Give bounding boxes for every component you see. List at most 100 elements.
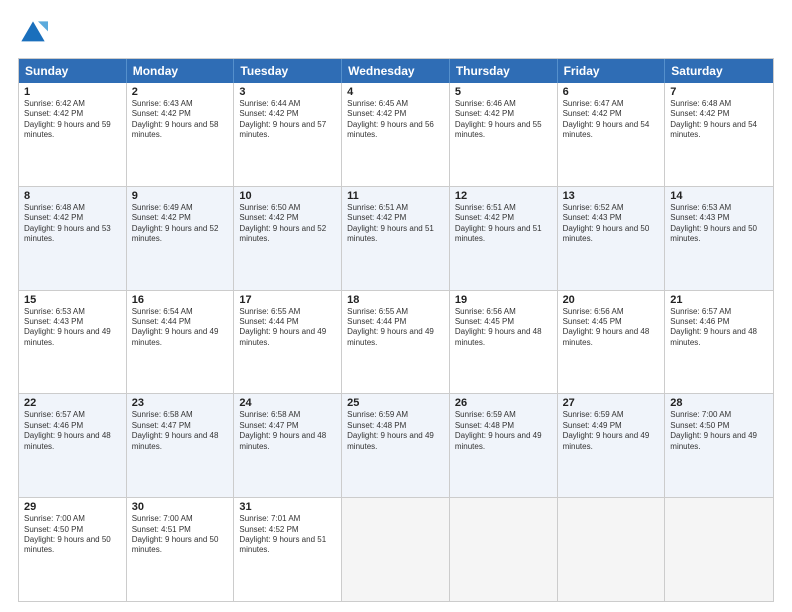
calendar-cell: 12Sunrise: 6:51 AMSunset: 4:42 PMDayligh… <box>450 187 558 290</box>
calendar-cell: 7Sunrise: 6:48 AMSunset: 4:42 PMDaylight… <box>665 83 773 186</box>
day-number: 7 <box>670 86 768 98</box>
cell-info: Sunrise: 6:50 AMSunset: 4:42 PMDaylight:… <box>239 203 336 245</box>
day-number: 8 <box>24 190 121 202</box>
calendar-cell <box>665 498 773 601</box>
calendar-cell: 18Sunrise: 6:55 AMSunset: 4:44 PMDayligh… <box>342 291 450 394</box>
calendar-cell: 20Sunrise: 6:56 AMSunset: 4:45 PMDayligh… <box>558 291 666 394</box>
cell-info: Sunrise: 6:49 AMSunset: 4:42 PMDaylight:… <box>132 203 229 245</box>
day-number: 25 <box>347 397 444 409</box>
calendar-cell: 8Sunrise: 6:48 AMSunset: 4:42 PMDaylight… <box>19 187 127 290</box>
calendar-cell <box>450 498 558 601</box>
header-day-wednesday: Wednesday <box>342 59 450 83</box>
cell-info: Sunrise: 6:53 AMSunset: 4:43 PMDaylight:… <box>24 307 121 349</box>
cell-info: Sunrise: 6:54 AMSunset: 4:44 PMDaylight:… <box>132 307 229 349</box>
day-number: 31 <box>239 501 336 513</box>
day-number: 9 <box>132 190 229 202</box>
calendar-cell <box>342 498 450 601</box>
cell-info: Sunrise: 7:00 AMSunset: 4:50 PMDaylight:… <box>24 514 121 556</box>
cell-info: Sunrise: 6:44 AMSunset: 4:42 PMDaylight:… <box>239 99 336 141</box>
day-number: 17 <box>239 294 336 306</box>
header-day-monday: Monday <box>127 59 235 83</box>
day-number: 12 <box>455 190 552 202</box>
header-day-tuesday: Tuesday <box>234 59 342 83</box>
cell-info: Sunrise: 6:56 AMSunset: 4:45 PMDaylight:… <box>563 307 660 349</box>
day-number: 26 <box>455 397 552 409</box>
cell-info: Sunrise: 6:55 AMSunset: 4:44 PMDaylight:… <box>347 307 444 349</box>
calendar: SundayMondayTuesdayWednesdayThursdayFrid… <box>18 58 774 602</box>
calendar-body: 1Sunrise: 6:42 AMSunset: 4:42 PMDaylight… <box>19 83 773 601</box>
calendar-cell: 28Sunrise: 7:00 AMSunset: 4:50 PMDayligh… <box>665 394 773 497</box>
day-number: 3 <box>239 86 336 98</box>
calendar-header: SundayMondayTuesdayWednesdayThursdayFrid… <box>19 59 773 83</box>
calendar-cell: 23Sunrise: 6:58 AMSunset: 4:47 PMDayligh… <box>127 394 235 497</box>
cell-info: Sunrise: 6:48 AMSunset: 4:42 PMDaylight:… <box>24 203 121 245</box>
calendar-week-1: 1Sunrise: 6:42 AMSunset: 4:42 PMDaylight… <box>19 83 773 186</box>
cell-info: Sunrise: 6:45 AMSunset: 4:42 PMDaylight:… <box>347 99 444 141</box>
header-day-friday: Friday <box>558 59 666 83</box>
header-day-sunday: Sunday <box>19 59 127 83</box>
calendar-cell: 22Sunrise: 6:57 AMSunset: 4:46 PMDayligh… <box>19 394 127 497</box>
day-number: 16 <box>132 294 229 306</box>
calendar-cell: 31Sunrise: 7:01 AMSunset: 4:52 PMDayligh… <box>234 498 342 601</box>
calendar-cell: 2Sunrise: 6:43 AMSunset: 4:42 PMDaylight… <box>127 83 235 186</box>
cell-info: Sunrise: 6:57 AMSunset: 4:46 PMDaylight:… <box>24 410 121 452</box>
cell-info: Sunrise: 6:53 AMSunset: 4:43 PMDaylight:… <box>670 203 768 245</box>
calendar-cell: 5Sunrise: 6:46 AMSunset: 4:42 PMDaylight… <box>450 83 558 186</box>
cell-info: Sunrise: 6:55 AMSunset: 4:44 PMDaylight:… <box>239 307 336 349</box>
calendar-week-4: 22Sunrise: 6:57 AMSunset: 4:46 PMDayligh… <box>19 393 773 497</box>
cell-info: Sunrise: 7:00 AMSunset: 4:50 PMDaylight:… <box>670 410 768 452</box>
calendar-cell: 30Sunrise: 7:00 AMSunset: 4:51 PMDayligh… <box>127 498 235 601</box>
day-number: 14 <box>670 190 768 202</box>
calendar-cell: 15Sunrise: 6:53 AMSunset: 4:43 PMDayligh… <box>19 291 127 394</box>
calendar-cell <box>558 498 666 601</box>
calendar-cell: 26Sunrise: 6:59 AMSunset: 4:48 PMDayligh… <box>450 394 558 497</box>
cell-info: Sunrise: 6:51 AMSunset: 4:42 PMDaylight:… <box>347 203 444 245</box>
cell-info: Sunrise: 6:57 AMSunset: 4:46 PMDaylight:… <box>670 307 768 349</box>
day-number: 2 <box>132 86 229 98</box>
cell-info: Sunrise: 7:01 AMSunset: 4:52 PMDaylight:… <box>239 514 336 556</box>
calendar-cell: 24Sunrise: 6:58 AMSunset: 4:47 PMDayligh… <box>234 394 342 497</box>
calendar-cell: 9Sunrise: 6:49 AMSunset: 4:42 PMDaylight… <box>127 187 235 290</box>
calendar-cell: 16Sunrise: 6:54 AMSunset: 4:44 PMDayligh… <box>127 291 235 394</box>
calendar-cell: 21Sunrise: 6:57 AMSunset: 4:46 PMDayligh… <box>665 291 773 394</box>
calendar-cell: 27Sunrise: 6:59 AMSunset: 4:49 PMDayligh… <box>558 394 666 497</box>
day-number: 15 <box>24 294 121 306</box>
cell-info: Sunrise: 6:43 AMSunset: 4:42 PMDaylight:… <box>132 99 229 141</box>
calendar-week-2: 8Sunrise: 6:48 AMSunset: 4:42 PMDaylight… <box>19 186 773 290</box>
calendar-week-5: 29Sunrise: 7:00 AMSunset: 4:50 PMDayligh… <box>19 497 773 601</box>
cell-info: Sunrise: 6:59 AMSunset: 4:48 PMDaylight:… <box>455 410 552 452</box>
day-number: 28 <box>670 397 768 409</box>
logo-icon <box>18 18 48 48</box>
header <box>18 18 774 48</box>
header-day-saturday: Saturday <box>665 59 773 83</box>
cell-info: Sunrise: 6:59 AMSunset: 4:48 PMDaylight:… <box>347 410 444 452</box>
day-number: 18 <box>347 294 444 306</box>
day-number: 24 <box>239 397 336 409</box>
day-number: 6 <box>563 86 660 98</box>
calendar-cell: 17Sunrise: 6:55 AMSunset: 4:44 PMDayligh… <box>234 291 342 394</box>
cell-info: Sunrise: 6:47 AMSunset: 4:42 PMDaylight:… <box>563 99 660 141</box>
cell-info: Sunrise: 6:48 AMSunset: 4:42 PMDaylight:… <box>670 99 768 141</box>
calendar-cell: 19Sunrise: 6:56 AMSunset: 4:45 PMDayligh… <box>450 291 558 394</box>
day-number: 29 <box>24 501 121 513</box>
calendar-cell: 25Sunrise: 6:59 AMSunset: 4:48 PMDayligh… <box>342 394 450 497</box>
calendar-cell: 10Sunrise: 6:50 AMSunset: 4:42 PMDayligh… <box>234 187 342 290</box>
day-number: 13 <box>563 190 660 202</box>
calendar-cell: 29Sunrise: 7:00 AMSunset: 4:50 PMDayligh… <box>19 498 127 601</box>
cell-info: Sunrise: 6:56 AMSunset: 4:45 PMDaylight:… <box>455 307 552 349</box>
calendar-cell: 11Sunrise: 6:51 AMSunset: 4:42 PMDayligh… <box>342 187 450 290</box>
day-number: 23 <box>132 397 229 409</box>
day-number: 22 <box>24 397 121 409</box>
calendar-cell: 4Sunrise: 6:45 AMSunset: 4:42 PMDaylight… <box>342 83 450 186</box>
calendar-cell: 3Sunrise: 6:44 AMSunset: 4:42 PMDaylight… <box>234 83 342 186</box>
day-number: 30 <box>132 501 229 513</box>
header-day-thursday: Thursday <box>450 59 558 83</box>
calendar-cell: 6Sunrise: 6:47 AMSunset: 4:42 PMDaylight… <box>558 83 666 186</box>
calendar-cell: 14Sunrise: 6:53 AMSunset: 4:43 PMDayligh… <box>665 187 773 290</box>
day-number: 5 <box>455 86 552 98</box>
logo <box>18 18 52 48</box>
cell-info: Sunrise: 6:52 AMSunset: 4:43 PMDaylight:… <box>563 203 660 245</box>
day-number: 19 <box>455 294 552 306</box>
cell-info: Sunrise: 6:59 AMSunset: 4:49 PMDaylight:… <box>563 410 660 452</box>
calendar-week-3: 15Sunrise: 6:53 AMSunset: 4:43 PMDayligh… <box>19 290 773 394</box>
